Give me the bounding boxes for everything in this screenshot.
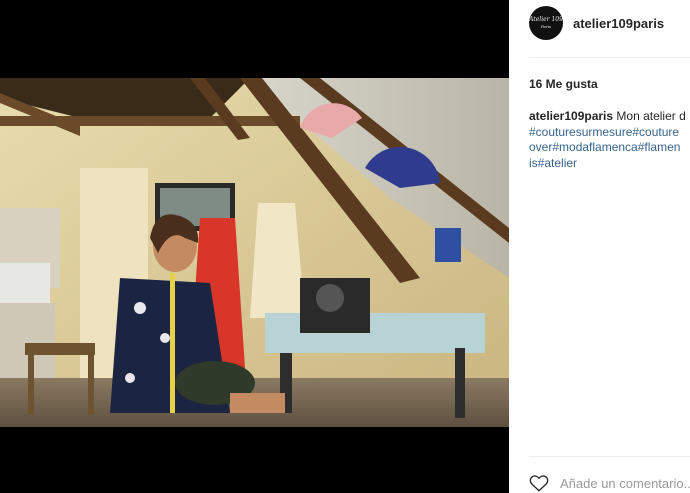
post-photo[interactable] <box>0 78 509 427</box>
comment-bar <box>529 474 690 492</box>
header-username-link[interactable]: atelier109paris <box>573 16 664 31</box>
post-caption: atelier109paris Mon atelier d #couturesu… <box>529 109 690 171</box>
avatar-logo-line1: Atelier 109 <box>529 16 563 23</box>
comment-input[interactable] <box>560 475 690 491</box>
post-sidebar: Atelier 109 Paris atelier109paris 16 Me … <box>509 0 690 493</box>
avatar[interactable]: Atelier 109 Paris <box>529 6 563 40</box>
post-header: Atelier 109 Paris atelier109paris <box>509 0 690 46</box>
heart-icon[interactable] <box>529 474 549 492</box>
divider <box>529 456 690 457</box>
post-photo-image <box>0 78 509 427</box>
hashtag-link[interactable]: over#modaflamenca#flamen <box>529 140 680 154</box>
hashtag-link[interactable]: is#atelier <box>529 156 577 170</box>
divider <box>529 57 690 58</box>
caption-text: Mon atelier d <box>613 109 686 123</box>
likes-count[interactable]: 16 Me gusta <box>529 77 598 91</box>
post-media-pane <box>0 0 509 493</box>
caption-username-link[interactable]: atelier109paris <box>529 109 613 123</box>
hashtag-link[interactable]: #couturesurmesure#couture <box>529 125 679 139</box>
avatar-logo-line2: Paris <box>540 24 552 29</box>
